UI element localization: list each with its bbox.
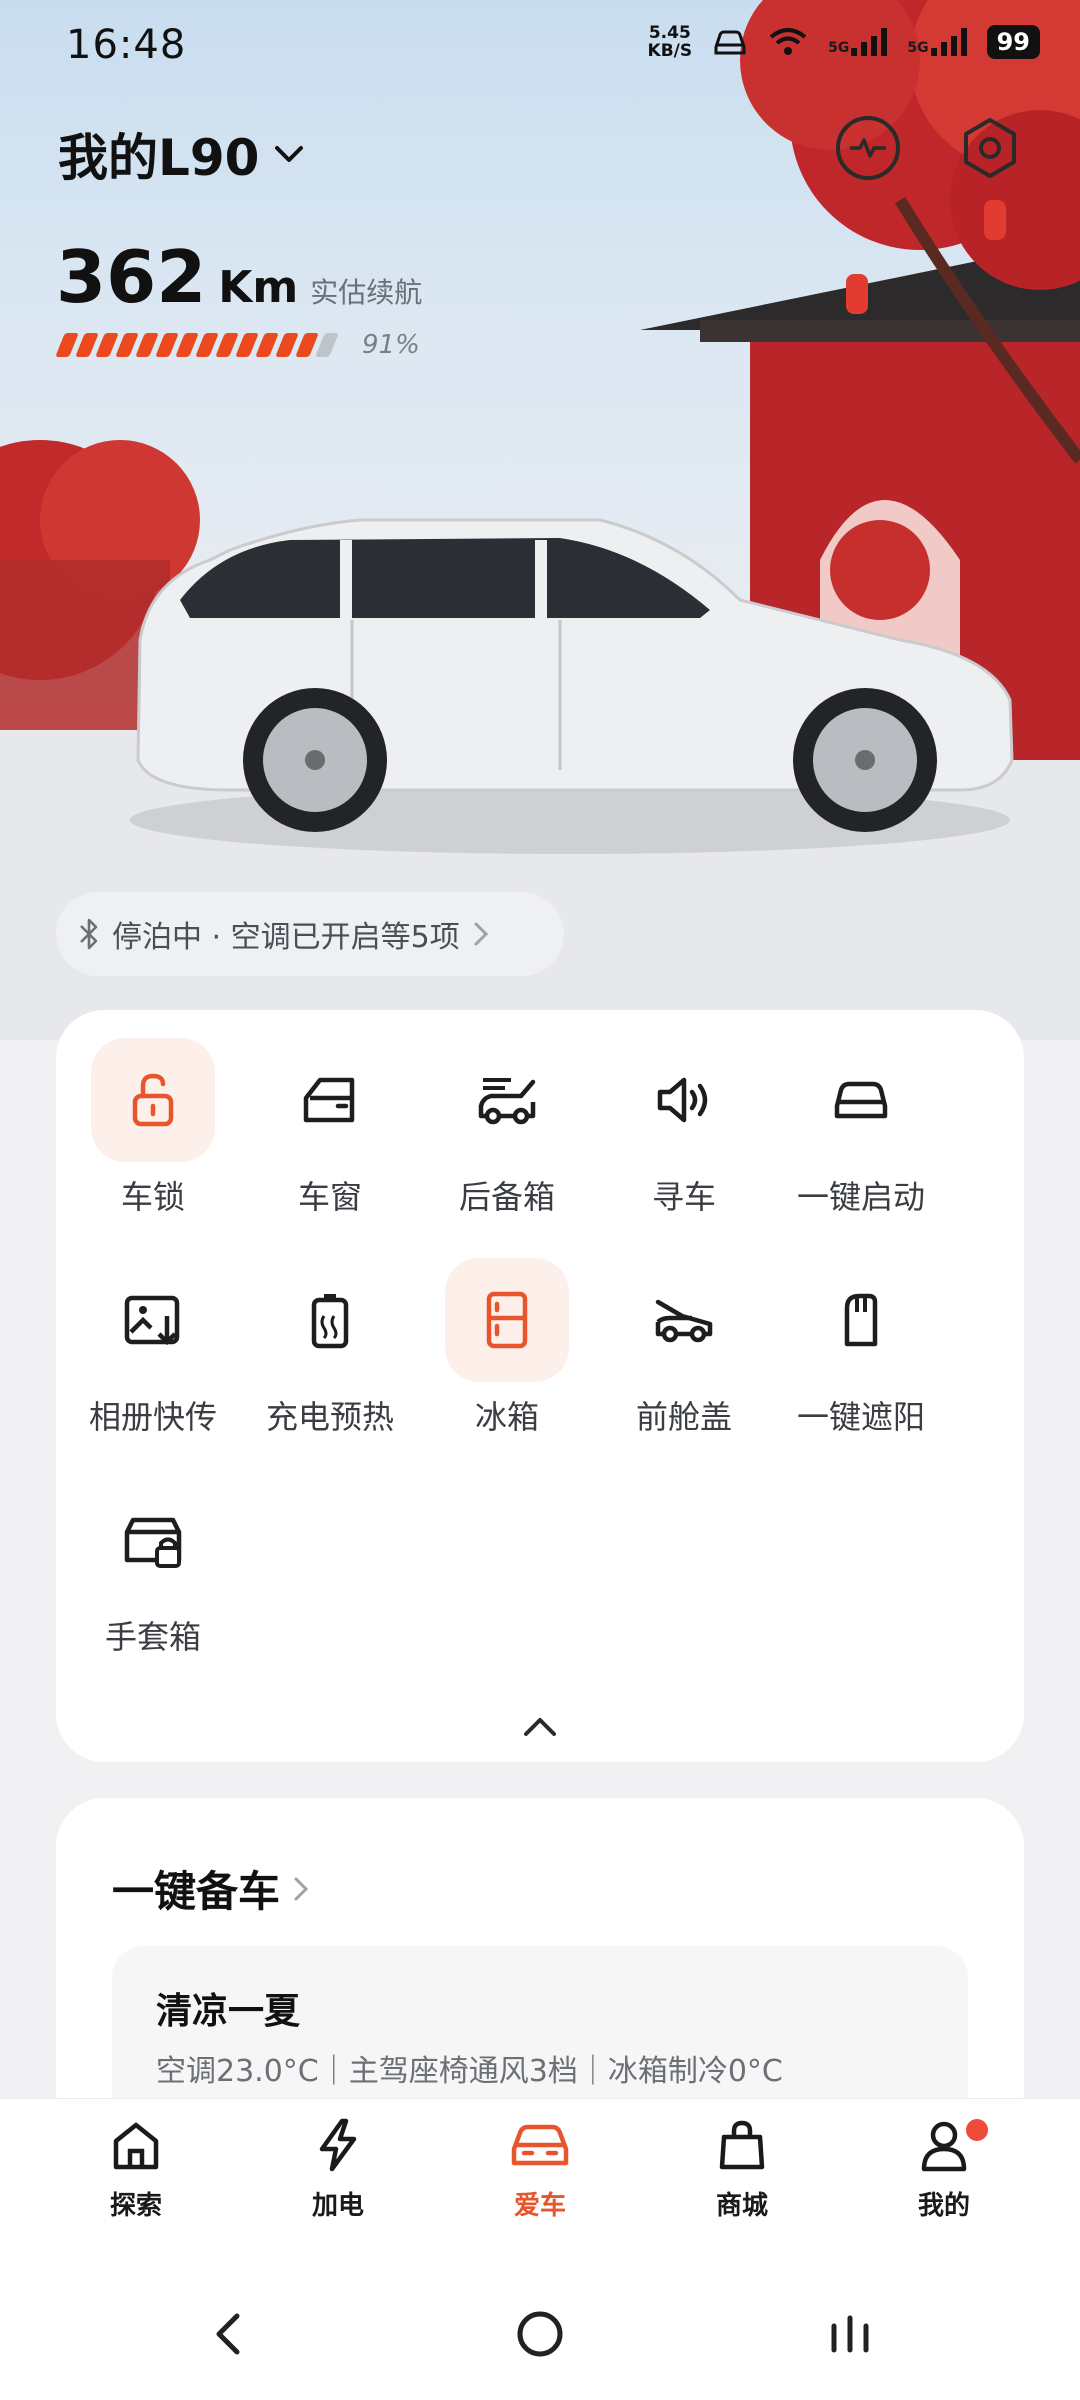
range-value: 362 — [56, 235, 207, 319]
bluetooth-icon — [80, 918, 98, 950]
preset-description: 空调23.0°C｜主驾座椅通风3档｜冰箱制冷0°C — [156, 2054, 783, 2089]
control-label: 手套箱 — [104, 1618, 201, 1656]
control-car-start[interactable]: 一键启动 — [772, 1038, 950, 1238]
battery-percent: 91% — [362, 330, 420, 360]
control-label: 后备箱 — [458, 1178, 555, 1216]
control-label: 冰箱 — [474, 1398, 539, 1436]
recents-icon — [831, 2315, 869, 2353]
battery-heat-icon — [268, 1258, 392, 1382]
unlock-icon — [91, 1038, 215, 1162]
control-battery-heat[interactable]: 充电预热 — [241, 1258, 419, 1458]
car-name: 我的L90 — [58, 129, 260, 187]
shopping-bag-icon — [714, 2117, 770, 2177]
speaker-icon — [622, 1038, 746, 1162]
car-window-icon — [268, 1038, 392, 1162]
battery-segment — [315, 333, 339, 357]
range-unit: Km — [218, 262, 299, 313]
lightning-icon — [310, 2117, 366, 2177]
control-label: 车锁 — [120, 1178, 185, 1216]
control-label: 车窗 — [297, 1178, 362, 1216]
control-label: 前舱盖 — [635, 1398, 732, 1436]
back-arrow-icon — [216, 2313, 240, 2355]
notification-dot — [966, 2119, 988, 2141]
chevron-right-icon — [294, 1877, 309, 1900]
car-icon — [508, 2117, 572, 2177]
nav-label: 商城 — [715, 2191, 768, 2221]
home-icon — [108, 2117, 164, 2177]
nav-tab-shopping-bag[interactable]: 商城 — [672, 2117, 812, 2247]
vehicle-settings-button[interactable] — [958, 116, 1022, 180]
fridge-icon — [445, 1258, 569, 1382]
system-recents-button[interactable] — [810, 2302, 890, 2366]
system-back-button[interactable] — [188, 2302, 268, 2366]
system-navigation-bar — [0, 2268, 1080, 2400]
vehicle-prep-card: 一键备车 清凉一夏 空调23.0°C｜主驾座椅通风3档｜冰箱制冷0°C — [56, 1798, 1024, 2146]
nav-tab-person[interactable]: 我的 — [874, 2117, 1014, 2247]
nav-label: 加电 — [311, 2191, 364, 2221]
chevron-right-icon — [474, 922, 488, 946]
control-label: 一键启动 — [796, 1178, 925, 1216]
quick-controls-card: 车锁 车窗 后备箱 寻车 一键启动相册快传 充电预热 冰箱 前舱盖 一键遮阳手套箱 — [56, 1010, 1024, 1762]
vehicle-status-text: 停泊中 · 空调已开启等5项 — [112, 920, 460, 955]
control-trunk[interactable]: 后备箱 — [418, 1038, 596, 1238]
hex-settings-icon — [964, 118, 1016, 178]
signal-5g-1: 5G — [828, 28, 888, 56]
nav-label: 探索 — [109, 2191, 162, 2221]
status-time: 16:48 — [66, 22, 187, 68]
vehicle-prep-title: 一键备车 — [112, 1867, 281, 1916]
signal-bars-icon — [851, 28, 888, 56]
nav-label: 爱车 — [513, 2191, 566, 2221]
control-speaker[interactable]: 寻车 — [595, 1038, 773, 1238]
control-hood[interactable]: 前舱盖 — [595, 1258, 773, 1458]
system-home-button[interactable] — [500, 2302, 580, 2366]
vehicle-prep-header[interactable]: 一键备车 — [112, 1858, 310, 1919]
control-label: 一键遮阳 — [796, 1398, 925, 1436]
nav-tab-home[interactable]: 探索 — [66, 2117, 206, 2247]
signal-bars-icon — [930, 28, 967, 56]
nav-label: 我的 — [917, 2191, 970, 2221]
range-display: 362 Km 实估续航 — [56, 235, 422, 319]
glovebox-lock-icon — [91, 1478, 215, 1602]
vehicle-status-pill[interactable]: 停泊中 · 空调已开启等5项 — [56, 892, 564, 976]
wifi-icon — [769, 28, 807, 55]
signal-5g-2: 5G — [907, 28, 967, 56]
battery-level-bar: 91% — [55, 330, 420, 360]
nav-tab-car[interactable]: 爱车 — [470, 2117, 610, 2247]
system-status-bar: 16:48 5.45 KB/S 5G 5G 99 — [0, 0, 1080, 95]
phone-battery: 99 — [986, 25, 1040, 59]
sunshade-icon — [799, 1258, 923, 1382]
control-car-window[interactable]: 车窗 — [241, 1038, 419, 1238]
control-unlock[interactable]: 车锁 — [64, 1038, 242, 1238]
car-selector[interactable]: 我的L90 — [58, 118, 305, 190]
control-sunshade[interactable]: 一键遮阳 — [772, 1258, 950, 1458]
home-circle-icon — [517, 2311, 563, 2357]
control-label: 相册快传 — [88, 1398, 217, 1436]
control-photo-transfer[interactable]: 相册快传 — [64, 1258, 242, 1458]
trunk-icon — [445, 1038, 569, 1162]
hood-icon — [622, 1258, 746, 1382]
control-glovebox-lock[interactable]: 手套箱 — [64, 1478, 242, 1678]
control-label: 充电预热 — [265, 1398, 394, 1436]
person-icon — [916, 2117, 972, 2177]
nav-tab-lightning[interactable]: 加电 — [268, 2117, 408, 2247]
preset-title: 清凉一夏 — [156, 1991, 301, 2032]
control-fridge[interactable]: 冰箱 — [418, 1258, 596, 1458]
battery-segments — [55, 333, 339, 357]
car-start-icon — [799, 1038, 923, 1162]
control-label: 寻车 — [651, 1178, 716, 1216]
vehicle-diagnostics-button[interactable] — [836, 116, 900, 180]
network-speed: 5.45 KB/S — [647, 23, 693, 61]
pulse-icon — [850, 138, 886, 158]
chevron-down-icon — [275, 146, 304, 162]
range-label: 实估续航 — [310, 276, 423, 309]
bottom-navigation: 探索 加电 爱车 商城 我的 — [0, 2098, 1080, 2268]
photo-transfer-icon — [91, 1258, 215, 1382]
car-connect-icon — [714, 30, 746, 55]
status-indicators: 5.45 KB/S 5G 5G 99 — [648, 24, 1040, 60]
collapse-chevron-up-icon[interactable] — [516, 1710, 564, 1742]
